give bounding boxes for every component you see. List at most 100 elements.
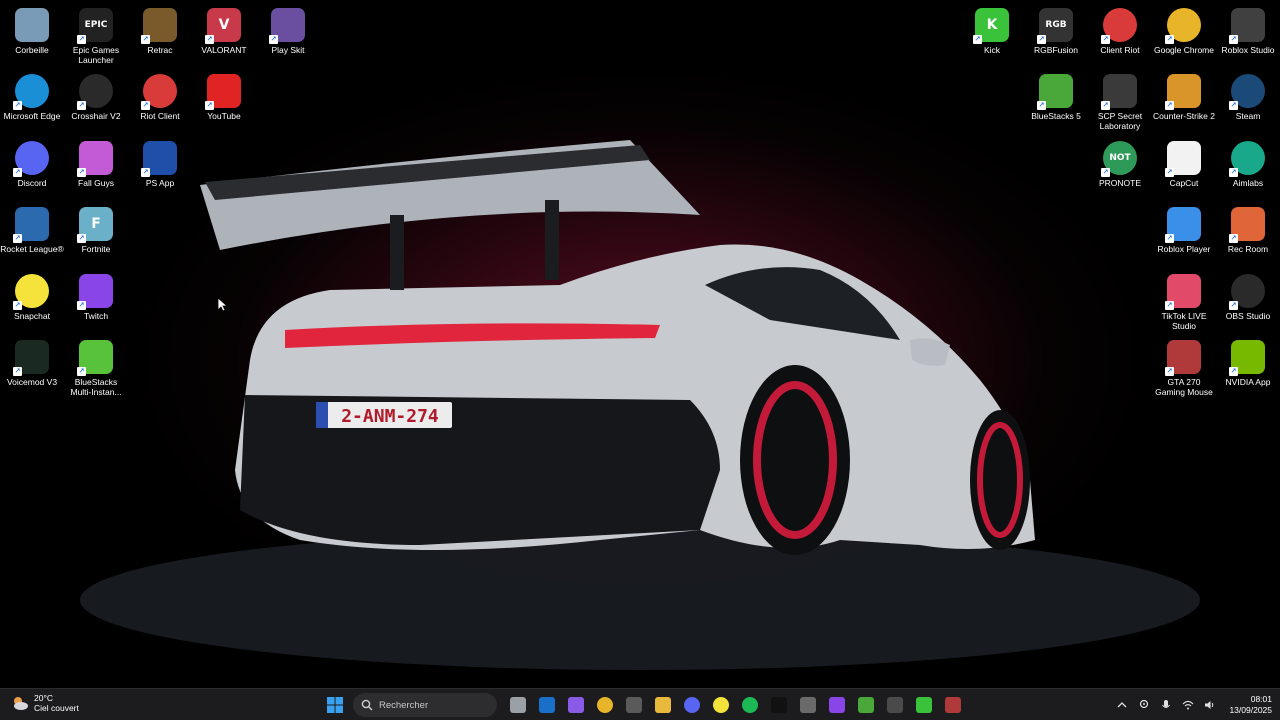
desktop-shortcut-discord[interactable]: ↗ Discord <box>0 141 64 188</box>
desktop-shortcut-chrome[interactable]: ↗ Google Chrome <box>1152 8 1216 55</box>
desktop-shortcut-aimlabs[interactable]: ↗ Aimlabs <box>1216 141 1280 188</box>
taskbar-app-twitch[interactable] <box>824 692 850 718</box>
shortcut-arrow-icon: ↗ <box>1229 101 1238 110</box>
taskbar-app-outlook[interactable] <box>534 692 560 718</box>
desktop-shortcut-crosshair[interactable]: ↗ Crosshair V2 <box>64 74 128 121</box>
location-icon[interactable] <box>1137 698 1151 712</box>
desktop-shortcut-nvidia[interactable]: ↗ NVIDIA App <box>1216 340 1280 387</box>
desktop-shortcut-fall-guys[interactable]: ↗ Fall Guys <box>64 141 128 188</box>
taskbar-app-file-explorer[interactable] <box>650 692 676 718</box>
desktop-shortcut-label: Corbeille <box>15 45 49 55</box>
desktop-shortcut-pronote[interactable]: NOT ↗ PRONOTE <box>1088 141 1152 188</box>
weather-widget[interactable]: 20°C Ciel couvert <box>10 693 79 713</box>
rgb-fusion-icon: RGB ↗ <box>1037 8 1073 44</box>
windows-logo-icon <box>326 697 343 713</box>
desktop-shortcut-tiktok-live[interactable]: ↗ TikTok LIVE Studio <box>1152 274 1216 331</box>
desktop-shortcut-twitch[interactable]: ↗ Twitch <box>64 274 128 321</box>
desktop-shortcut-label: CapCut <box>1169 178 1199 188</box>
taskbar-app-chrome-dev[interactable] <box>882 692 908 718</box>
shortcut-arrow-icon: ↗ <box>1037 35 1046 44</box>
desktop-shortcut-label: VALORANT <box>201 45 247 55</box>
desktop-shortcut-label: Snapchat <box>14 311 50 321</box>
desktop-shortcut-bluestacks[interactable]: ↗ BlueStacks 5 <box>1024 74 1088 121</box>
volume-icon[interactable] <box>1203 698 1217 712</box>
taskbar-app-snapchat[interactable] <box>708 692 734 718</box>
desktop-shortcut-label: PS App <box>145 178 175 188</box>
youtube-icon: ↗ <box>205 74 241 110</box>
spotify-icon <box>741 697 758 713</box>
desktop-shortcut-play-skit[interactable]: ↗ Play Skit <box>256 8 320 55</box>
desktop-shortcut-capcut[interactable]: ↗ CapCut <box>1152 141 1216 188</box>
taskbar-app-kick[interactable] <box>911 692 937 718</box>
desktop-shortcut-rec-room[interactable]: ↗ Rec Room <box>1216 207 1280 254</box>
desktop-shortcut-obs[interactable]: ↗ OBS Studio <box>1216 274 1280 321</box>
mouse-cursor-icon <box>217 297 227 312</box>
system-clock[interactable]: 08:01 13/09/2025 <box>1229 694 1272 716</box>
start-button[interactable] <box>322 692 348 718</box>
desktop-shortcut-roblox-studio[interactable]: ↗ Roblox Studio <box>1216 8 1280 55</box>
roblox-player-icon: ↗ <box>1165 207 1201 243</box>
copilot-icon <box>567 697 584 713</box>
shortcut-arrow-icon: ↗ <box>1229 168 1238 177</box>
taskbar-app-discord[interactable] <box>679 692 705 718</box>
desktop-shortcut-label: Twitch <box>83 311 109 321</box>
shortcut-arrow-icon: ↗ <box>269 35 278 44</box>
cloudy-weather-icon <box>10 693 30 713</box>
desktop-shortcut-bluestacks-multi[interactable]: ↗ BlueStacks Multi-Instan... <box>64 340 128 397</box>
fall-guys-icon: ↗ <box>77 141 113 177</box>
wifi-icon[interactable] <box>1181 698 1195 712</box>
desktop-shortcut-edge[interactable]: ↗ Microsoft Edge <box>0 74 64 121</box>
shortcut-arrow-icon: ↗ <box>205 101 214 110</box>
desktop-shortcut-label: TikTok LIVE Studio <box>1161 311 1207 331</box>
chevron-up-icon[interactable] <box>1115 698 1129 712</box>
shortcut-arrow-icon: ↗ <box>13 101 22 110</box>
desktop-shortcut-rocket-league[interactable]: ↗ Rocket League® <box>0 207 64 254</box>
desktop-shortcut-label: Epic Games Launcher <box>72 45 120 65</box>
shortcut-arrow-icon: ↗ <box>13 301 22 310</box>
desktop-shortcut-label: NVIDIA App <box>1225 377 1271 387</box>
taskbar-app-tiktok[interactable] <box>766 692 792 718</box>
desktop-shortcut-scp[interactable]: ↗ SCP Secret Laboratory <box>1088 74 1152 131</box>
taskbar-app-microsoft-store[interactable] <box>621 692 647 718</box>
desktop-shortcut-roblox-player[interactable]: ↗ Roblox Player <box>1152 207 1216 254</box>
desktop-shortcut-label: Client Riot <box>1100 45 1140 55</box>
desktop-shortcut-fortnite[interactable]: F ↗ Fortnite <box>64 207 128 254</box>
desktop-shortcut-gta-mouse[interactable]: ↗ GTA 270 Gaming Mouse <box>1152 340 1216 397</box>
taskbar-app-settings[interactable] <box>795 692 821 718</box>
shortcut-arrow-icon: ↗ <box>1165 35 1174 44</box>
microphone-icon[interactable] <box>1159 698 1173 712</box>
desktop-shortcut-steam[interactable]: ↗ Steam <box>1216 74 1280 121</box>
counter-strike-icon: ↗ <box>1165 74 1201 110</box>
voicemod-icon: ↗ <box>13 340 49 376</box>
taskbar-app-copilot[interactable] <box>563 692 589 718</box>
shortcut-arrow-icon: ↗ <box>1229 367 1238 376</box>
icon-glyph-text: F <box>91 216 101 232</box>
desktop-shortcut-riot-client[interactable]: ↗ Client Riot <box>1088 8 1152 55</box>
desktop-shortcut-rgb-fusion[interactable]: RGB ↗ RGBFusion <box>1024 8 1088 55</box>
taskbar-app-bluestacks[interactable] <box>853 692 879 718</box>
desktop-shortcut-label: Fortnite <box>81 244 111 254</box>
desktop-shortcut-counter-strike[interactable]: ↗ Counter-Strike 2 <box>1152 74 1216 121</box>
desktop-shortcut-riot-client[interactable]: ↗ Riot Client <box>128 74 192 121</box>
shortcut-arrow-icon: ↗ <box>1037 101 1046 110</box>
desktop-shortcut-kick[interactable]: K ↗ Kick <box>960 8 1024 55</box>
nvidia-icon: ↗ <box>1229 340 1265 376</box>
desktop-shortcut-label: BlueStacks 5 <box>1031 111 1081 121</box>
taskbar-app-spotify[interactable] <box>737 692 763 718</box>
desktop-shortcut-retrac[interactable]: ↗ Retrac <box>128 8 192 55</box>
desktop-shortcut-valorant[interactable]: V ↗ VALORANT <box>192 8 256 55</box>
desktop-shortcut-youtube[interactable]: ↗ YouTube <box>192 74 256 121</box>
desktop-shortcut-epic-games[interactable]: EPIC ↗ Epic Games Launcher <box>64 8 128 65</box>
desktop-shortcut-label: Steam <box>1235 111 1261 121</box>
taskbar-search-box[interactable]: Rechercher <box>353 693 497 717</box>
desktop-shortcut-recycle-bin[interactable]: Corbeille <box>0 8 64 55</box>
desktop-shortcut-voicemod[interactable]: ↗ Voicemod V3 <box>0 340 64 387</box>
search-icon <box>361 699 373 711</box>
system-tray: 08:01 13/09/2025 <box>1111 689 1272 720</box>
taskbar-app-chrome[interactable] <box>592 692 618 718</box>
desktop-shortcut-snapchat[interactable]: ↗ Snapchat <box>0 274 64 321</box>
taskbar-app-gta-mouse[interactable] <box>940 692 966 718</box>
desktop-shortcut-label: Crosshair V2 <box>71 111 121 121</box>
taskbar-app-task-view[interactable] <box>505 692 531 718</box>
desktop-shortcut-playstation[interactable]: ↗ PS App <box>128 141 192 188</box>
